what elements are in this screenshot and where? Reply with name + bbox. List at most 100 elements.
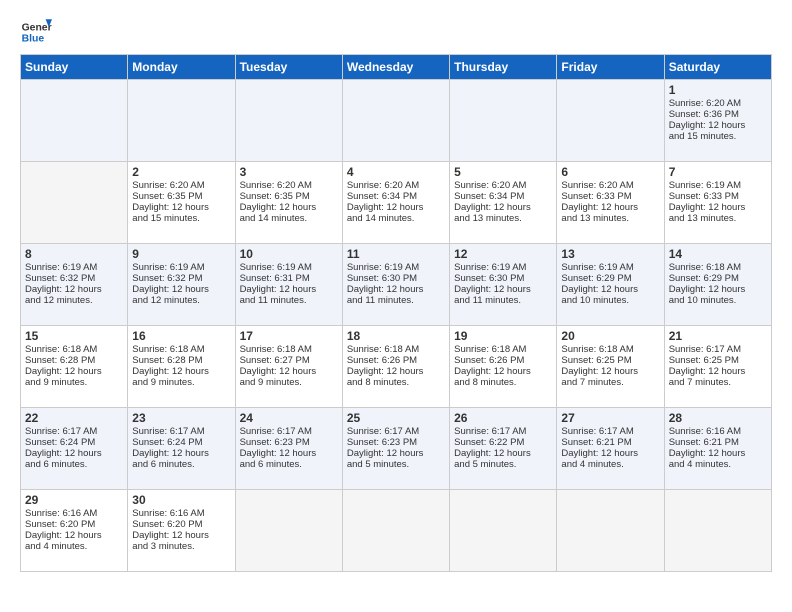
calendar-cell: 6Sunrise: 6:20 AMSunset: 6:33 PMDaylight… (557, 162, 664, 244)
column-header-monday: Monday (128, 55, 235, 80)
sunset: Sunset: 6:20 PM (132, 519, 202, 530)
calendar-cell: 11Sunrise: 6:19 AMSunset: 6:30 PMDayligh… (342, 244, 449, 326)
header-row: General Blue (20, 16, 772, 48)
calendar-cell: 17Sunrise: 6:18 AMSunset: 6:27 PMDayligh… (235, 326, 342, 408)
daylight-cont: and 14 minutes. (240, 213, 308, 224)
daylight: Daylight: 12 hours (132, 202, 209, 213)
sunset: Sunset: 6:35 PM (132, 191, 202, 202)
sunrise: Sunrise: 6:16 AM (669, 426, 741, 437)
week-row-5: 22Sunrise: 6:17 AMSunset: 6:24 PMDayligh… (21, 408, 772, 490)
daylight: Daylight: 12 hours (561, 448, 638, 459)
week-row-3: 8Sunrise: 6:19 AMSunset: 6:32 PMDaylight… (21, 244, 772, 326)
sunrise: Sunrise: 6:19 AM (132, 262, 204, 273)
sunrise: Sunrise: 6:20 AM (454, 180, 526, 191)
column-header-tuesday: Tuesday (235, 55, 342, 80)
calendar-cell: 2Sunrise: 6:20 AMSunset: 6:35 PMDaylight… (128, 162, 235, 244)
daylight: Daylight: 12 hours (347, 366, 424, 377)
daylight-cont: and 15 minutes. (132, 213, 200, 224)
daylight-cont: and 11 minutes. (454, 295, 521, 306)
sunset: Sunset: 6:32 PM (132, 273, 202, 284)
sunset: Sunset: 6:24 PM (25, 437, 95, 448)
day-number: 16 (132, 329, 230, 343)
sunset: Sunset: 6:25 PM (561, 355, 631, 366)
sunrise: Sunrise: 6:17 AM (669, 344, 741, 355)
day-number: 17 (240, 329, 338, 343)
sunrise: Sunrise: 6:16 AM (25, 508, 97, 519)
calendar-cell: 18Sunrise: 6:18 AMSunset: 6:26 PMDayligh… (342, 326, 449, 408)
day-number: 27 (561, 411, 659, 425)
day-number: 6 (561, 165, 659, 179)
calendar-table: SundayMondayTuesdayWednesdayThursdayFrid… (20, 54, 772, 572)
main-container: General Blue SundayMondayTuesdayWednesda… (0, 0, 792, 582)
daylight-cont: and 13 minutes. (454, 213, 522, 224)
logo: General Blue (20, 16, 52, 48)
daylight: Daylight: 12 hours (132, 530, 209, 541)
calendar-cell (235, 490, 342, 572)
daylight: Daylight: 12 hours (669, 448, 746, 459)
day-number: 19 (454, 329, 552, 343)
day-number: 26 (454, 411, 552, 425)
sunrise: Sunrise: 6:19 AM (669, 180, 741, 191)
week-row-6: 29Sunrise: 6:16 AMSunset: 6:20 PMDayligh… (21, 490, 772, 572)
daylight-cont: and 6 minutes. (240, 459, 302, 470)
calendar-cell: 10Sunrise: 6:19 AMSunset: 6:31 PMDayligh… (235, 244, 342, 326)
sunset: Sunset: 6:28 PM (132, 355, 202, 366)
calendar-cell: 7Sunrise: 6:19 AMSunset: 6:33 PMDaylight… (664, 162, 771, 244)
day-number: 22 (25, 411, 123, 425)
day-number: 25 (347, 411, 445, 425)
sunrise: Sunrise: 6:17 AM (25, 426, 97, 437)
calendar-cell: 25Sunrise: 6:17 AMSunset: 6:23 PMDayligh… (342, 408, 449, 490)
svg-text:Blue: Blue (22, 34, 45, 45)
sunrise: Sunrise: 6:20 AM (561, 180, 633, 191)
daylight-cont: and 10 minutes. (561, 295, 629, 306)
sunset: Sunset: 6:30 PM (347, 273, 417, 284)
daylight: Daylight: 12 hours (561, 284, 638, 295)
sunset: Sunset: 6:30 PM (454, 273, 524, 284)
daylight-cont: and 4 minutes. (669, 459, 731, 470)
sunrise: Sunrise: 6:16 AM (132, 508, 204, 519)
daylight: Daylight: 12 hours (669, 284, 746, 295)
sunset: Sunset: 6:21 PM (561, 437, 631, 448)
sunset: Sunset: 6:33 PM (561, 191, 631, 202)
sunset: Sunset: 6:26 PM (347, 355, 417, 366)
sunset: Sunset: 6:23 PM (240, 437, 310, 448)
calendar-cell (235, 80, 342, 162)
sunrise: Sunrise: 6:18 AM (132, 344, 204, 355)
daylight-cont: and 8 minutes. (454, 377, 516, 388)
daylight-cont: and 15 minutes. (669, 131, 737, 142)
calendar-cell (342, 80, 449, 162)
daylight-cont: and 7 minutes. (561, 377, 623, 388)
calendar-cell: 20Sunrise: 6:18 AMSunset: 6:25 PMDayligh… (557, 326, 664, 408)
daylight: Daylight: 12 hours (561, 366, 638, 377)
daylight: Daylight: 12 hours (132, 448, 209, 459)
daylight-cont: and 13 minutes. (561, 213, 629, 224)
daylight-cont: and 12 minutes. (132, 295, 200, 306)
daylight: Daylight: 12 hours (347, 448, 424, 459)
daylight: Daylight: 12 hours (347, 284, 424, 295)
day-number: 1 (669, 83, 767, 97)
daylight-cont: and 5 minutes. (347, 459, 409, 470)
sunrise: Sunrise: 6:18 AM (669, 262, 741, 273)
daylight: Daylight: 12 hours (454, 284, 531, 295)
day-number: 30 (132, 493, 230, 507)
sunset: Sunset: 6:26 PM (454, 355, 524, 366)
calendar-cell: 3Sunrise: 6:20 AMSunset: 6:35 PMDaylight… (235, 162, 342, 244)
sunset: Sunset: 6:28 PM (25, 355, 95, 366)
sunset: Sunset: 6:27 PM (240, 355, 310, 366)
sunrise: Sunrise: 6:17 AM (240, 426, 312, 437)
sunset: Sunset: 6:35 PM (240, 191, 310, 202)
sunset: Sunset: 6:31 PM (240, 273, 310, 284)
daylight: Daylight: 12 hours (240, 284, 317, 295)
sunrise: Sunrise: 6:20 AM (347, 180, 419, 191)
day-number: 15 (25, 329, 123, 343)
sunrise: Sunrise: 6:17 AM (454, 426, 526, 437)
calendar-cell: 30Sunrise: 6:16 AMSunset: 6:20 PMDayligh… (128, 490, 235, 572)
column-header-sunday: Sunday (21, 55, 128, 80)
sunset: Sunset: 6:25 PM (669, 355, 739, 366)
sunrise: Sunrise: 6:19 AM (454, 262, 526, 273)
sunset: Sunset: 6:22 PM (454, 437, 524, 448)
calendar-cell: 21Sunrise: 6:17 AMSunset: 6:25 PMDayligh… (664, 326, 771, 408)
calendar-cell (557, 490, 664, 572)
calendar-cell (450, 80, 557, 162)
sunset: Sunset: 6:21 PM (669, 437, 739, 448)
